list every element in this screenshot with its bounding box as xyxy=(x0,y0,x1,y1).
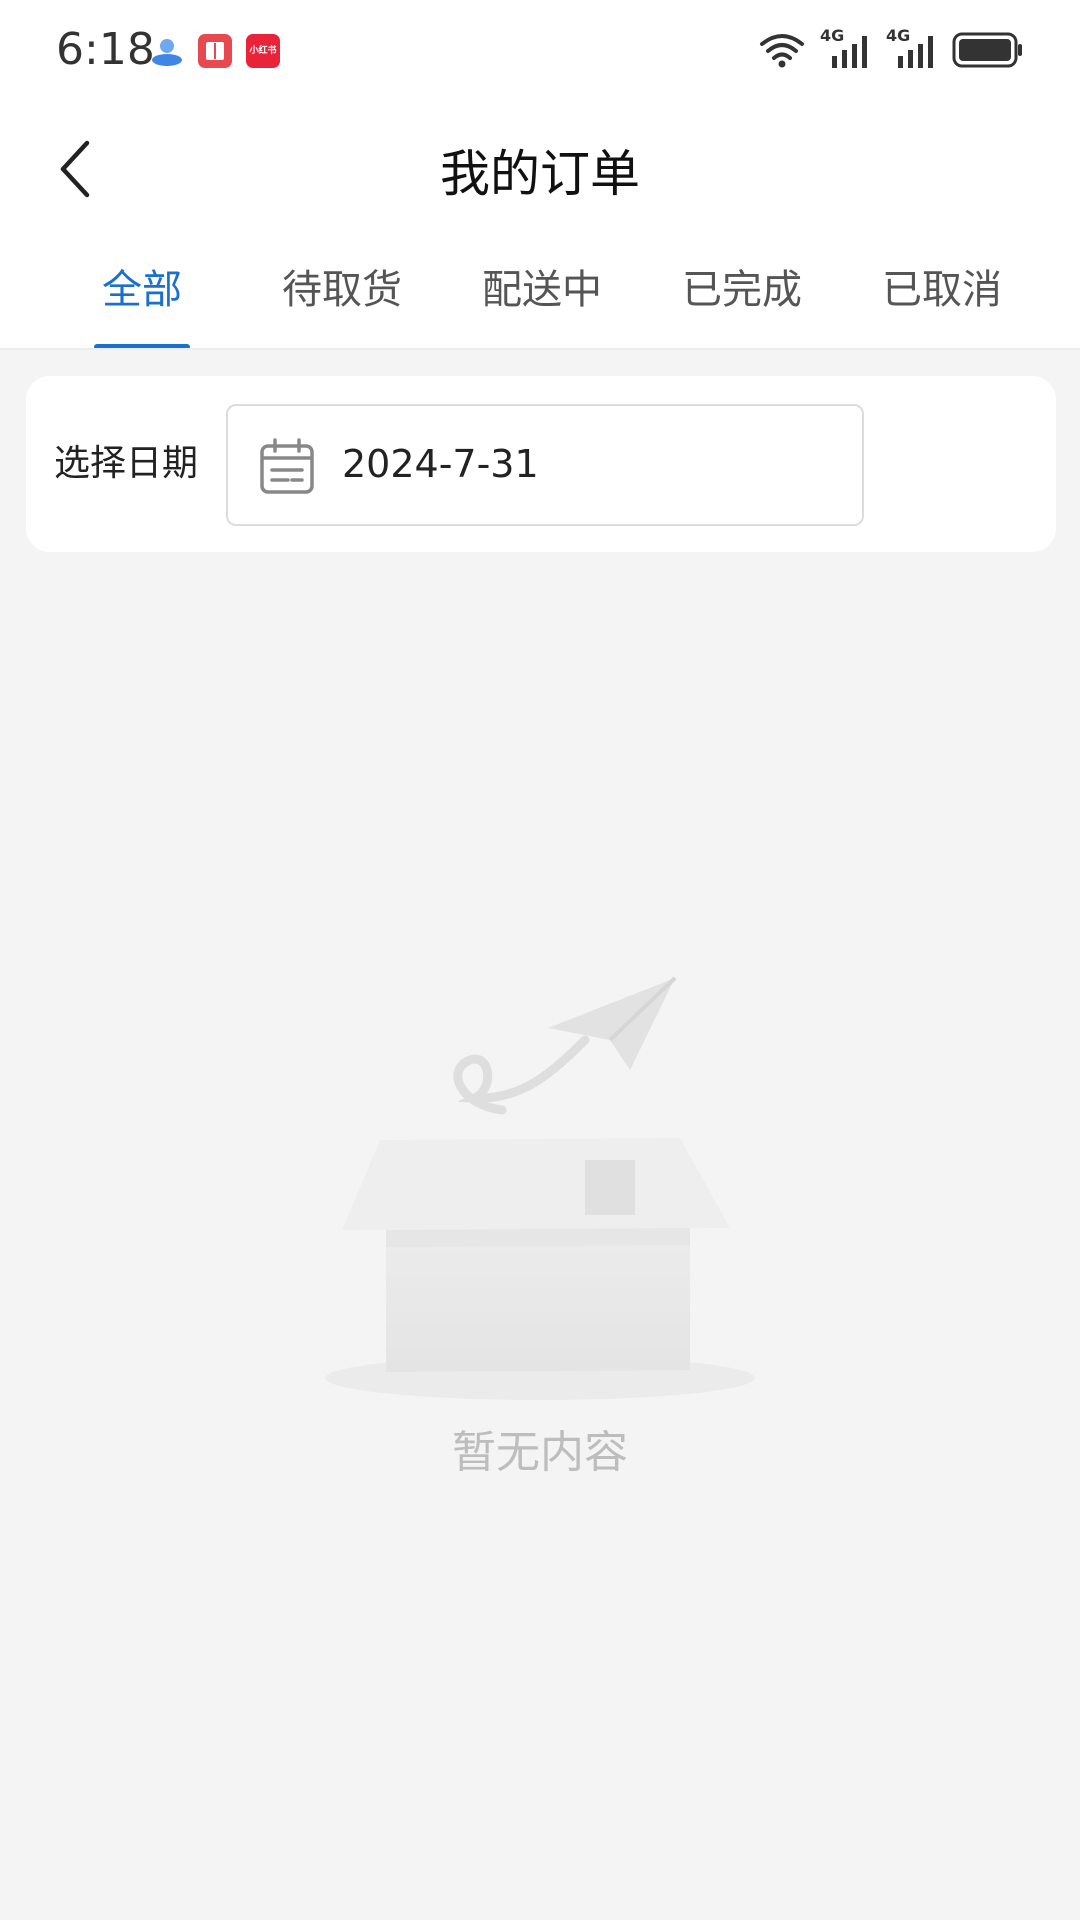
book-app-icon xyxy=(198,34,232,68)
header: 我的订单 xyxy=(0,104,1080,234)
tab-label: 已完成 xyxy=(682,267,802,313)
tab-cancelled[interactable]: 已取消 xyxy=(842,240,1042,348)
signal-2: 4G xyxy=(886,26,938,70)
page-title: 我的订单 xyxy=(440,145,640,203)
empty-box-icon xyxy=(325,976,755,1400)
tab-completed[interactable]: 已完成 xyxy=(642,240,842,348)
tab-label: 配送中 xyxy=(482,267,602,313)
battery-icon xyxy=(952,32,1022,68)
divider xyxy=(0,348,1080,350)
tab-label: 待取货 xyxy=(282,267,402,313)
tab-label: 已取消 xyxy=(882,267,1002,313)
order-status-tabs: 全部 待取货 配送中 已完成 已取消 xyxy=(0,240,1080,350)
tab-delivering[interactable]: 配送中 xyxy=(442,240,642,348)
empty-state-text: 暂无内容 xyxy=(452,1427,628,1478)
signal-1: 4G xyxy=(820,26,872,70)
date-filter-card: 选择日期 2024-7-31 xyxy=(26,376,1056,552)
status-bar: 6:18 小红书 4G 4G xyxy=(0,0,1080,104)
tab-pending-pickup[interactable]: 待取货 xyxy=(242,240,442,348)
xiaohongshu-app-icon: 小红书 xyxy=(246,34,280,68)
signal-bars-icon xyxy=(832,36,867,68)
tab-all[interactable]: 全部 xyxy=(42,240,242,350)
tab-label: 全部 xyxy=(102,267,182,313)
calendar-icon xyxy=(260,438,314,494)
app-notification-icon xyxy=(150,34,184,68)
selected-date-value: 2024-7-31 xyxy=(342,442,539,486)
wifi-icon xyxy=(760,34,804,68)
status-indicators: 4G 4G xyxy=(758,26,1024,74)
date-filter-label: 选择日期 xyxy=(54,443,199,484)
date-picker-field[interactable]: 2024-7-31 xyxy=(226,404,864,526)
signal-bars-icon xyxy=(898,36,933,68)
status-time: 6:18 xyxy=(56,24,155,75)
